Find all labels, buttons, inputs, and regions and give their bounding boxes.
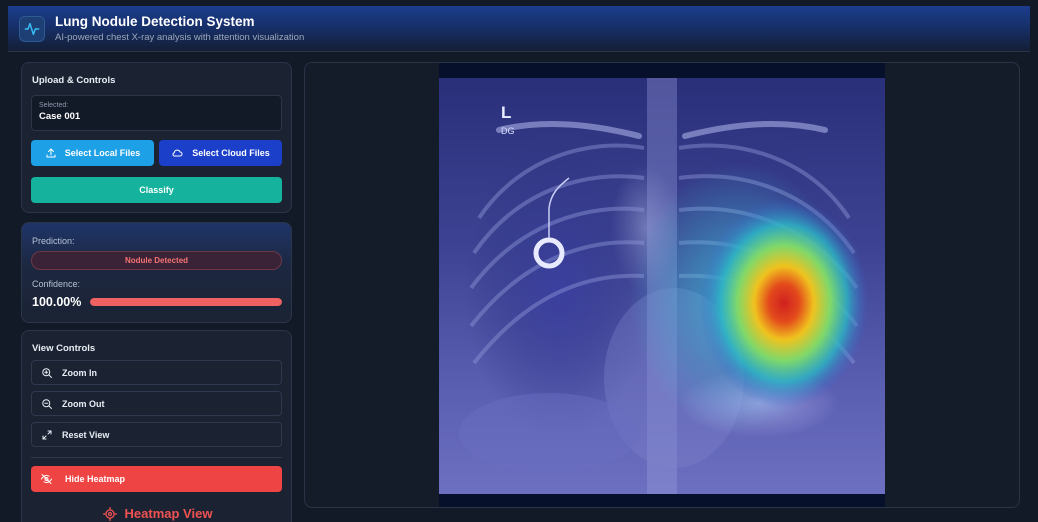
upload-controls-panel: Upload & Controls Selected: Case 001 Sel… bbox=[21, 62, 292, 213]
heatmap-view-title: Heatmap View bbox=[124, 506, 213, 521]
heatmap-view-heading: Heatmap View bbox=[22, 506, 293, 521]
prediction-result-badge: Nodule Detected bbox=[31, 251, 282, 270]
prediction-label: Prediction: bbox=[32, 236, 75, 246]
app-header: Lung Nodule Detection System AI-powered … bbox=[8, 6, 1030, 52]
xray-frame: L DG bbox=[439, 63, 885, 507]
view-controls-divider bbox=[31, 457, 282, 458]
eye-off-icon bbox=[41, 474, 52, 484]
select-cloud-files-button[interactable]: Select Cloud Files bbox=[159, 140, 282, 166]
hide-heatmap-button[interactable]: Hide Heatmap bbox=[31, 466, 282, 492]
chest-xray-heatmap-image[interactable]: L DG bbox=[439, 78, 885, 494]
app-title: Lung Nodule Detection System bbox=[55, 13, 255, 29]
app-subtitle: AI-powered chest X-ray analysis with att… bbox=[55, 31, 305, 43]
prediction-panel: Prediction: Nodule Detected Confidence: … bbox=[21, 222, 292, 323]
view-controls-panel: View Controls Zoom In Zoom Out Reset Vie… bbox=[21, 330, 292, 522]
xray-marker-sub: DG bbox=[501, 126, 515, 136]
expand-arrows-icon bbox=[42, 430, 52, 439]
reset-view-button[interactable]: Reset View bbox=[31, 422, 282, 447]
zoom-in-label: Zoom In bbox=[62, 367, 97, 378]
xray-heatmap-drawing: L DG bbox=[459, 78, 869, 494]
select-cloud-files-label: Select Cloud Files bbox=[192, 148, 270, 158]
reset-view-label: Reset View bbox=[62, 429, 110, 440]
classify-button[interactable]: Classify bbox=[31, 177, 282, 203]
classify-label: Classify bbox=[139, 185, 174, 195]
confidence-bar-fill bbox=[90, 298, 282, 306]
xray-marker-letter: L bbox=[501, 103, 511, 122]
hide-heatmap-label: Hide Heatmap bbox=[65, 474, 126, 484]
target-icon bbox=[102, 506, 117, 521]
upload-panel-title: Upload & Controls bbox=[32, 75, 116, 86]
selected-value: Case 001 bbox=[39, 111, 81, 122]
zoom-in-button[interactable]: Zoom In bbox=[31, 360, 282, 385]
image-viewer[interactable]: L DG bbox=[304, 62, 1020, 508]
activity-pulse-icon bbox=[19, 15, 45, 42]
select-local-files-label: Select Local Files bbox=[64, 148, 141, 158]
zoom-out-button[interactable]: Zoom Out bbox=[31, 391, 282, 416]
zoom-in-icon bbox=[42, 367, 52, 378]
select-local-files-button[interactable]: Select Local Files bbox=[31, 140, 154, 166]
selected-label: Selected: bbox=[39, 102, 69, 109]
confidence-label: Confidence: bbox=[32, 279, 81, 289]
confidence-bar bbox=[90, 298, 282, 306]
cloud-icon bbox=[172, 149, 183, 157]
confidence-value: 100.00% bbox=[32, 295, 82, 309]
view-controls-title: View Controls bbox=[32, 343, 96, 354]
upload-icon bbox=[46, 148, 56, 158]
zoom-out-icon bbox=[42, 398, 52, 409]
selected-file-box: Selected: Case 001 bbox=[31, 95, 282, 131]
zoom-out-label: Zoom Out bbox=[62, 398, 105, 409]
